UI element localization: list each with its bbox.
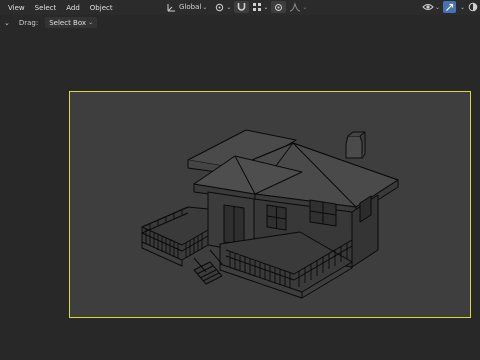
overlay-toggle[interactable] [468,1,478,13]
magnet-snap-icon [237,2,246,12]
pivot-point-icon [214,2,225,13]
visibility-icon [422,2,434,12]
snap-toggle[interactable] [234,1,250,13]
menu-object[interactable]: Object [85,4,118,12]
overlay-icon [468,2,478,12]
chevron-down-icon[interactable]: ⌄ [4,19,10,27]
menu-view[interactable]: View [0,4,30,12]
falloff-curve-icon [289,2,301,12]
transform-orientation-label: Global [179,3,202,11]
transform-orientation-icon [166,2,177,13]
gizmo-dropdown[interactable]: ⌄ [460,4,465,11]
pivot-point-dropdown[interactable]: ⌄ [214,1,231,13]
transform-tools: Global ⌄ ⌄ ⌄ ⌄ [166,1,307,13]
falloff-dropdown[interactable]: ⌄ [289,1,307,13]
proportional-editing-icon [274,3,283,12]
viewport-right-tools: ⌄ ⌄ [422,1,478,13]
chevron-down-icon: ⌄ [88,19,94,26]
transform-orientation-dropdown[interactable]: Global ⌄ [166,1,207,13]
chevron-down-icon: ⌄ [263,3,269,11]
menu-select[interactable]: Select [30,4,62,12]
gizmo-toggle[interactable] [442,1,456,13]
drag-select-value: Select Box [49,18,87,27]
drag-select-dropdown[interactable]: Select Box ⌄ [45,17,98,28]
drag-label: Drag: [18,18,39,27]
menu-add[interactable]: Add [61,4,85,12]
snap-target-icon [252,2,262,12]
visibility-dropdown[interactable]: ⌄ [422,1,440,13]
proportional-editing-toggle[interactable] [271,1,287,13]
house-model-wireframe[interactable] [70,92,470,317]
chevron-down-icon: ⌄ [202,3,208,11]
tool-settings-bar: ⌄ Drag: Select Box ⌄ [0,15,480,30]
camera-frame[interactable] [69,91,471,318]
snap-target-dropdown[interactable]: ⌄ [252,1,268,13]
chevron-down-icon: ⌄ [434,3,440,11]
chevron-down-icon: ⌄ [226,3,232,11]
chevron-down-icon: ⌄ [302,3,308,11]
viewport-header: View Select Add Object Global ⌄ ⌄ ⌄ ⌄ ⌄ … [0,0,480,15]
gizmo-icon [445,3,454,12]
